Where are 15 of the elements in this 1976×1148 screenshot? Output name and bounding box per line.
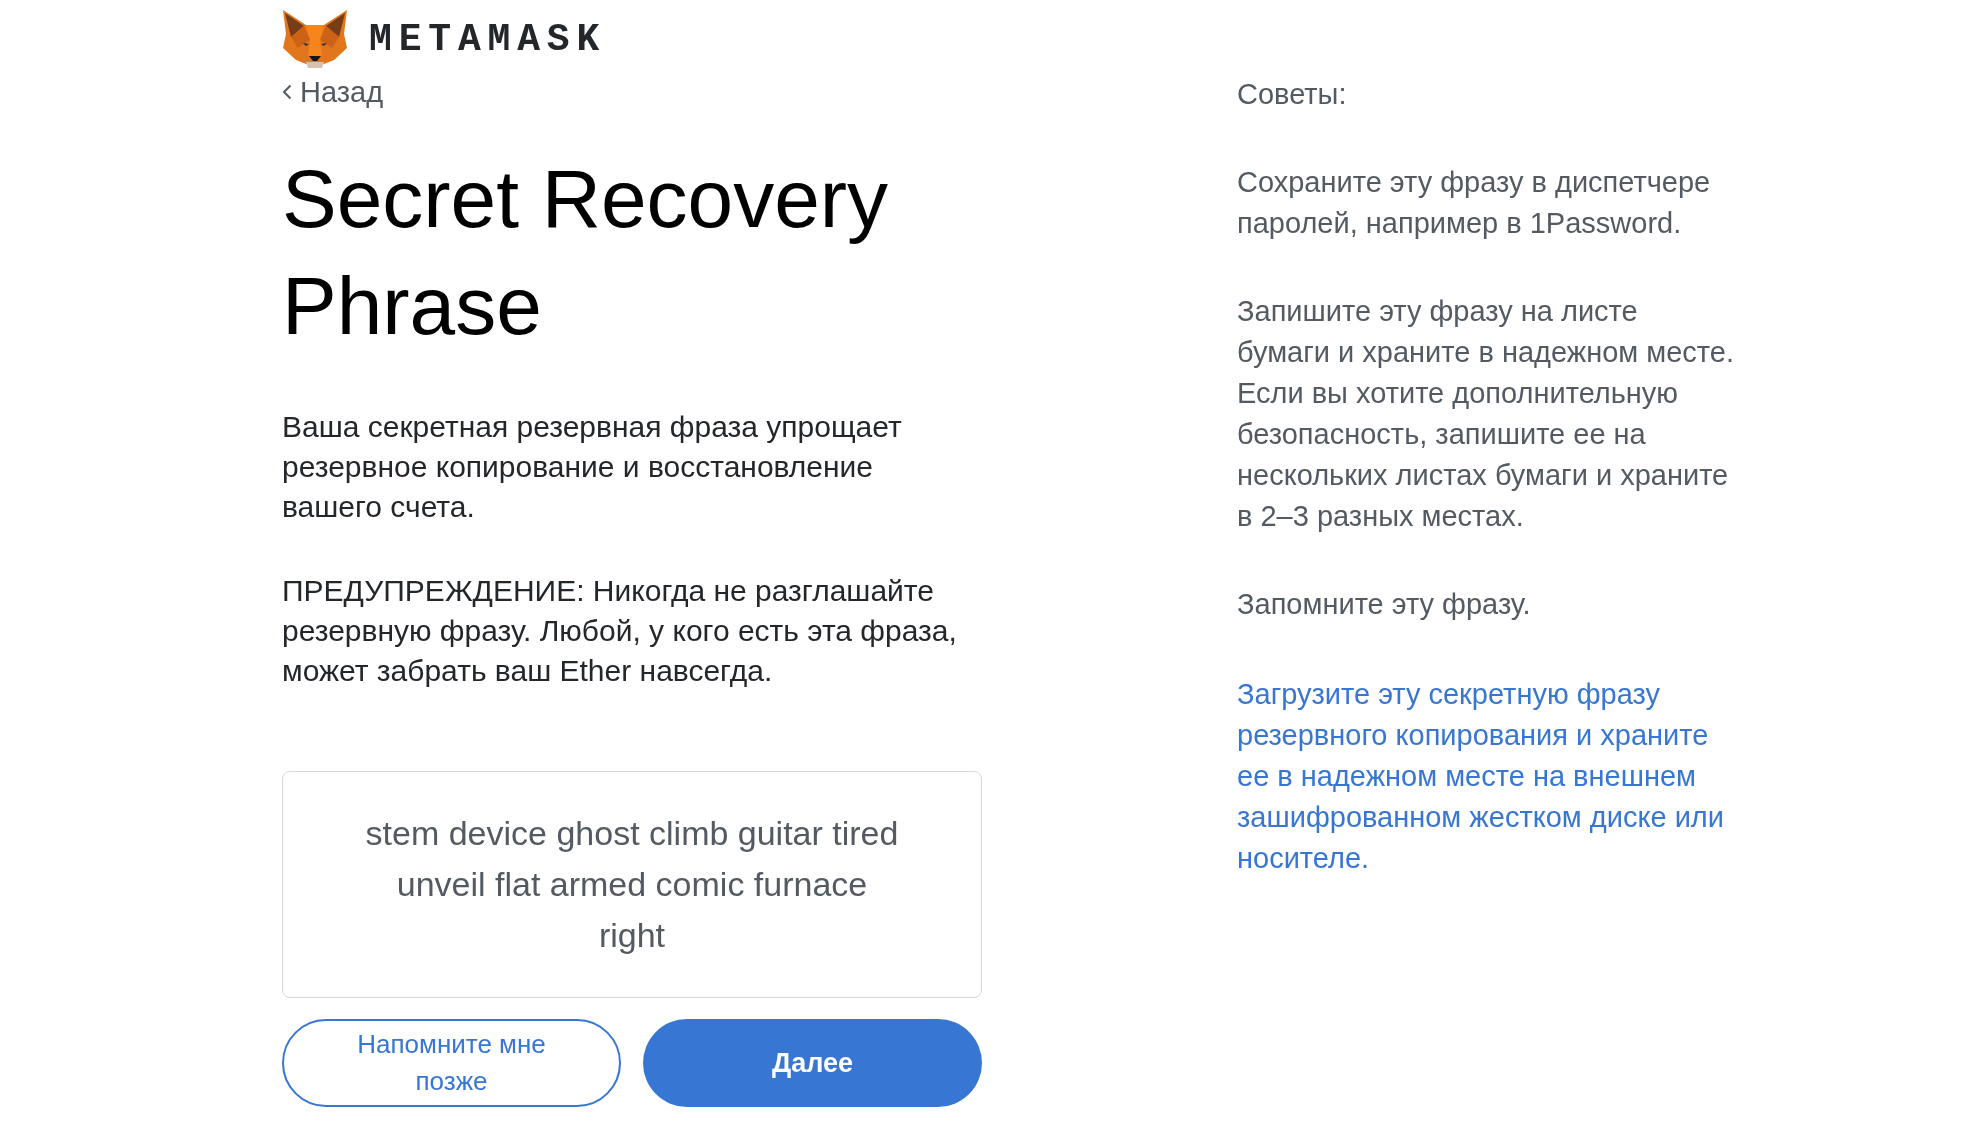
fox-logo-icon: [282, 10, 348, 69]
logo-wordmark: METAMASK: [369, 16, 607, 63]
download-phrase-link[interactable]: Загрузите эту секретную фразу резервного копирования и храните ее в надежном месте на внешнем зашифрованном жестком диске или носителе.: [1237, 674, 1737, 879]
chevron-left-icon: [282, 84, 292, 100]
tips-heading: Советы:: [1237, 77, 1348, 112]
recovery-phrase-text: stem device ghost climb guitar tired unveil flat armed comic furnace right: [364, 813, 900, 956]
back-link[interactable]: Назад: [282, 76, 384, 108]
page-title: Secret Recovery Phrase: [282, 152, 890, 353]
next-button[interactable]: Далее: [643, 1019, 982, 1107]
description-text: Ваша секретная резервная фраза упрощает резервное копирование и восстановление вашего счета.: [282, 409, 903, 525]
warning-text: ПРЕДУПРЕЖДЕНИЕ: Никогда не разглашайте резервную фразу. Любой, у кого есть эта фраза, может забрать ваш Ether навсегда.: [282, 573, 958, 689]
tip-text: Сохраните эту фразу в диспетчере паролей, например в 1Password.: [1237, 165, 1712, 241]
remind-later-button[interactable]: Напомните мне позже: [282, 1019, 621, 1107]
tip-text: Запомните эту фразу.: [1237, 587, 1532, 622]
tip-text: Запишите эту фразу на листе бумаги и храните в надежном месте. Если вы хотите дополнительную безопасность, запишите ее на нескольких листах бумаги и храните в 2–3 разных местах.: [1237, 294, 1735, 534]
